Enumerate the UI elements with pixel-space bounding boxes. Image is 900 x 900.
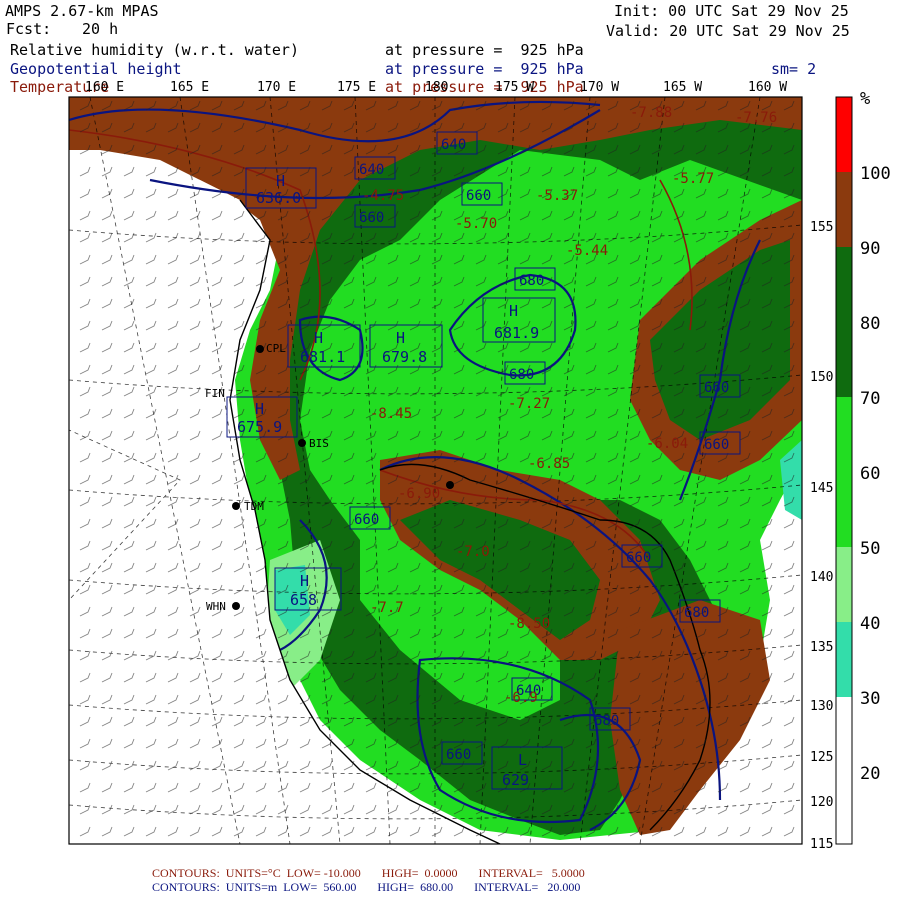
lat-label: 155 <box>810 220 833 235</box>
height-label: 660 <box>704 380 729 396</box>
lon-label: 160 W <box>748 80 787 95</box>
station-label: WHN <box>206 600 226 613</box>
height-label: 640 <box>359 162 384 178</box>
height-label: 680 <box>594 713 619 729</box>
height-label: 680 <box>684 605 709 621</box>
svg-text:H: H <box>255 400 264 418</box>
extrema-value: 681.9 <box>494 324 539 342</box>
height-label: 660 <box>359 210 384 226</box>
extrema-value: 675.9 <box>237 418 282 436</box>
svg-text:-7.76: -7.76 <box>735 110 777 126</box>
weather-map: 640 660 680 660 640 660 680 660 680 660 … <box>68 80 891 852</box>
station-label: TDM <box>244 500 264 513</box>
extrema-value: 629 <box>502 771 529 789</box>
lon-label: 165 E <box>170 80 209 95</box>
height-label: 640 <box>441 137 466 153</box>
lon-label: 170 W <box>580 80 619 95</box>
colorbar: % 100 90 80 70 60 50 40 30 20 <box>835 89 891 845</box>
svg-text:-7.88: -7.88 <box>630 105 672 121</box>
colorbar-level: 20 <box>860 764 880 784</box>
colorbar-level: 80 <box>860 314 880 334</box>
lon-label: 180 <box>425 80 448 95</box>
extrema-value: 658 <box>290 591 317 609</box>
colorbar-level: 30 <box>860 689 880 709</box>
lat-label: 150 <box>810 370 833 385</box>
station-label: FIN <box>205 387 225 400</box>
height-label: 680 <box>509 367 534 383</box>
svg-text:H: H <box>509 302 518 320</box>
svg-text:-5.37: -5.37 <box>536 188 578 204</box>
height-label: 660 <box>626 550 651 566</box>
lat-label: 120 <box>810 795 833 810</box>
colorbar-level: 100 <box>860 164 891 184</box>
lat-label: 115 <box>810 837 833 852</box>
lat-label: 140 <box>810 570 833 585</box>
svg-text:H: H <box>300 572 309 590</box>
svg-text:-8.45: -8.45 <box>370 406 412 422</box>
height-label: 660 <box>466 188 491 204</box>
station-marker <box>446 481 454 489</box>
longitude-labels: 160 E 165 E 170 E 175 E 180 175 W 170 W … <box>85 80 787 95</box>
colorbar-level: 70 <box>860 389 880 409</box>
station-marker <box>298 439 306 447</box>
svg-text:H: H <box>314 329 323 347</box>
colorbar-level: 40 <box>860 614 880 634</box>
colorbar-level: 90 <box>860 239 880 259</box>
lon-label: 165 W <box>663 80 702 95</box>
svg-text:-7.7: -7.7 <box>370 600 404 616</box>
station-marker <box>256 345 264 353</box>
station-label: CPL <box>266 342 286 355</box>
lon-label: 175 W <box>495 80 534 95</box>
svg-text:H: H <box>276 172 285 190</box>
lon-label: 170 E <box>257 80 296 95</box>
svg-text:H: H <box>396 329 405 347</box>
station-marker <box>232 602 240 610</box>
extrema-value: 679.8 <box>382 348 427 366</box>
colorbar-level: 60 <box>860 464 880 484</box>
lat-label: 125 <box>810 750 833 765</box>
footer-temp-contours: CONTOURS: UNITS=°C LOW= -10.000 HIGH= 0.… <box>152 866 585 880</box>
lon-label: 160 E <box>85 80 124 95</box>
extrema-value: 681.1 <box>300 348 345 366</box>
lon-label: 175 E <box>337 80 376 95</box>
lat-label: 145 <box>810 481 833 496</box>
lat-label: 130 <box>810 699 833 714</box>
footer-height-contours: CONTOURS: UNITS=m LOW= 560.00 HIGH= 680.… <box>152 880 581 894</box>
svg-text:-6.90: -6.90 <box>398 486 440 502</box>
station-label: BIS <box>309 437 329 450</box>
height-label: 660 <box>446 747 471 763</box>
height-label: 660 <box>704 437 729 453</box>
svg-text:-4.75: -4.75 <box>362 188 404 204</box>
height-label: 660 <box>354 512 379 528</box>
svg-text:-7.27: -7.27 <box>508 396 550 412</box>
map-field: 640 660 680 660 640 660 680 660 680 660 … <box>69 97 802 844</box>
svg-text:-7.0: -7.0 <box>456 544 490 560</box>
svg-text:-6.04: -6.04 <box>646 436 688 452</box>
colorbar-unit: % <box>860 89 870 109</box>
station-marker <box>232 502 240 510</box>
colorbar-level: 50 <box>860 539 880 559</box>
height-label: 680 <box>519 273 544 289</box>
extrema-value: 636.0 <box>256 189 301 207</box>
svg-text:-5.77: -5.77 <box>672 171 714 187</box>
svg-text:-6.85: -6.85 <box>528 456 570 472</box>
svg-text:-6.9: -6.9 <box>504 690 538 706</box>
svg-text:-8.50: -8.50 <box>508 616 550 632</box>
latitude-labels: 155 150 145 140 135 130 125 120 115 <box>810 220 833 852</box>
svg-text:-5.70: -5.70 <box>455 216 497 232</box>
svg-text:-5.44: -5.44 <box>566 243 608 259</box>
lat-label: 135 <box>810 640 833 655</box>
svg-text:L: L <box>518 751 527 769</box>
